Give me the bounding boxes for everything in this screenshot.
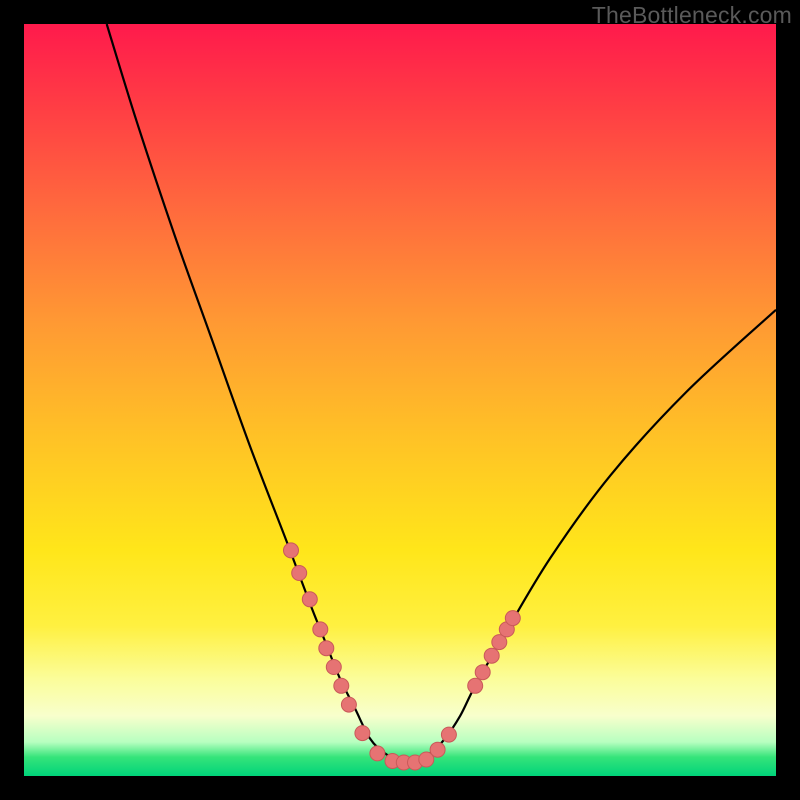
data-dot xyxy=(468,678,483,693)
data-dot xyxy=(313,622,328,637)
data-dot xyxy=(484,648,499,663)
data-dot xyxy=(441,727,456,742)
data-dot xyxy=(355,726,370,741)
data-dot xyxy=(284,543,299,558)
data-dot xyxy=(475,665,490,680)
chart-svg xyxy=(24,24,776,776)
data-dot xyxy=(370,746,385,761)
dots-right-cluster xyxy=(468,611,521,694)
data-dot xyxy=(326,660,341,675)
data-dot xyxy=(341,697,356,712)
dots-bottom-cluster xyxy=(355,726,457,770)
watermark-text: TheBottleneck.com xyxy=(592,2,792,29)
data-dot xyxy=(319,641,334,656)
dots-left-cluster xyxy=(284,543,357,712)
data-dot xyxy=(334,678,349,693)
data-dot xyxy=(505,611,520,626)
data-dot xyxy=(302,592,317,607)
plot-frame xyxy=(24,24,776,776)
data-dot xyxy=(292,566,307,581)
data-dot xyxy=(430,742,445,757)
bottleneck-curve xyxy=(107,24,776,762)
